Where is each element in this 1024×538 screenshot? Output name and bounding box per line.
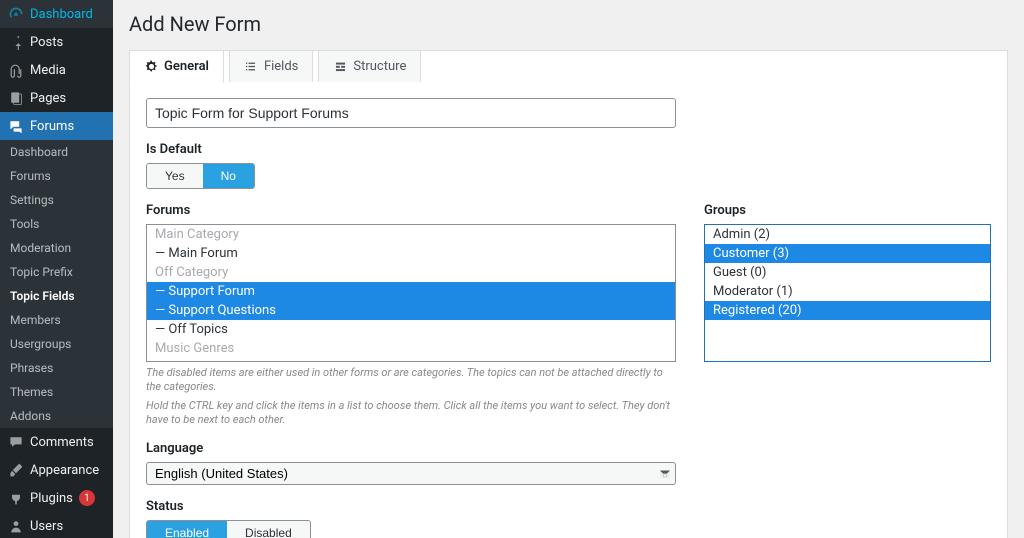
sidebar-sub-label: Themes [10, 385, 53, 399]
page-title: Add New Form [129, 12, 1008, 36]
sidebar-sub-label: Forums [10, 169, 51, 183]
sidebar-sub-forums[interactable]: Forums [0, 164, 113, 188]
status-enabled[interactable]: Enabled [147, 521, 227, 538]
brush-icon [8, 462, 24, 478]
language-label: Language [146, 441, 991, 456]
forums-option[interactable]: — Off Topics [147, 320, 675, 339]
sidebar-sub-label: Addons [10, 409, 51, 423]
struct-icon [333, 60, 347, 74]
tabs: General Fields Structure [129, 50, 991, 82]
forums-option: Main Category [147, 225, 675, 244]
forums-option: Music Genres [147, 339, 675, 358]
gear-icon [144, 60, 158, 74]
sidebar-item-label: Posts [30, 35, 63, 50]
sidebar-submenu: Dashboard Forums Settings Tools Moderation To… [0, 140, 113, 428]
sidebar-item-plugins[interactable]: Plugins 1 [0, 484, 113, 512]
sidebar-item-label: Comments [30, 435, 94, 450]
form-title-input[interactable] [146, 98, 676, 128]
sidebar-sub-tools[interactable]: Tools [0, 212, 113, 236]
forums-option[interactable]: — Support Questions [147, 301, 675, 320]
update-badge: 1 [79, 490, 95, 506]
sidebar-sub-themes[interactable]: Themes [0, 380, 113, 404]
is-default-label: Is Default [146, 142, 991, 157]
groups-option[interactable]: Moderator (1) [705, 282, 990, 301]
sidebar-sub-topic-prefix[interactable]: Topic Prefix [0, 260, 113, 284]
forums-option[interactable]: — Main Forum [147, 244, 675, 263]
sidebar-sub-label: Topic Fields [10, 289, 75, 303]
sidebar-sub-phrases[interactable]: Phrases [0, 356, 113, 380]
sidebar-item-label: Forums [30, 119, 74, 134]
sidebar-item-dashboard[interactable]: Dashboard [0, 0, 113, 28]
form-panel: General Fields Structure Is Default Yes No… [129, 50, 1008, 538]
forums-option[interactable]: — Support Forum [147, 282, 675, 301]
sidebar-item-label: Users [30, 519, 63, 534]
sidebar-sub-label: Moderation [10, 241, 71, 255]
forums-help-1: The disabled items are either used in ot… [146, 366, 676, 395]
forums-label: Forums [146, 203, 676, 218]
sidebar-sub-label: Topic Prefix [10, 265, 73, 279]
tab-structure[interactable]: Structure [318, 50, 421, 82]
admin-sidebar: Dashboard Posts Media Pages Forums Dashboard F… [0, 0, 113, 538]
sidebar-item-media[interactable]: Media [0, 56, 113, 84]
tab-label: General [164, 59, 209, 74]
groups-option[interactable]: Guest (0) [705, 263, 990, 282]
forums-help-2: Hold the CTRL key and click the items in… [146, 399, 676, 428]
is-default-no[interactable]: No [203, 164, 254, 188]
groups-option[interactable]: Customer (3) [705, 244, 990, 263]
sidebar-sub-label: Settings [10, 193, 54, 207]
sidebar-sub-label: Phrases [10, 361, 53, 375]
sidebar-sub-addons[interactable]: Addons [0, 404, 113, 428]
sidebar-sub-topic-fields[interactable]: Topic Fields [0, 284, 113, 308]
sidebar-sub-moderation[interactable]: Moderation [0, 236, 113, 260]
chat-icon [8, 118, 24, 134]
groups-option[interactable]: Registered (20) [705, 301, 990, 320]
language-select[interactable]: English (United States) [146, 462, 676, 485]
groups-label: Groups [704, 203, 991, 218]
plug-icon [8, 490, 24, 506]
sidebar-item-label: Media [30, 63, 66, 78]
sidebar-sub-label: Dashboard [10, 145, 68, 159]
forums-option[interactable]: — Popular music [147, 358, 675, 362]
sidebar-item-comments[interactable]: Comments [0, 428, 113, 456]
is-default-yes[interactable]: Yes [147, 164, 203, 188]
media-icon [8, 62, 24, 78]
forums-listbox[interactable]: Main Category— Main ForumOff Category— S… [146, 224, 676, 362]
sidebar-sub-label: Members [10, 313, 61, 327]
is-default-toggle: Yes No [146, 163, 255, 189]
pin-icon [8, 34, 24, 50]
pages-icon [8, 90, 24, 106]
sidebar-item-label: Plugins [30, 491, 73, 506]
sidebar-item-pages[interactable]: Pages [0, 84, 113, 112]
list-icon [244, 60, 258, 74]
sidebar-sub-settings[interactable]: Settings [0, 188, 113, 212]
main-content: Add New Form General Fields Structure Is D… [113, 0, 1024, 538]
sidebar-item-users[interactable]: Users [0, 512, 113, 538]
status-toggle: Enabled Disabled [146, 520, 311, 538]
sidebar-item-appearance[interactable]: Appearance [0, 456, 113, 484]
sidebar-item-label: Pages [30, 91, 66, 106]
tab-fields[interactable]: Fields [229, 50, 313, 82]
tab-label: Fields [264, 59, 298, 74]
sidebar-sub-members[interactable]: Members [0, 308, 113, 332]
user-icon [8, 518, 24, 534]
sidebar-sub-usergroups[interactable]: Usergroups [0, 332, 113, 356]
sidebar-item-label: Dashboard [30, 7, 93, 22]
speed-icon [8, 6, 24, 22]
forums-option: Off Category [147, 263, 675, 282]
tab-general[interactable]: General [129, 50, 224, 83]
comment-icon [8, 434, 24, 450]
sidebar-item-posts[interactable]: Posts [0, 28, 113, 56]
sidebar-sub-label: Usergroups [10, 337, 71, 351]
status-disabled[interactable]: Disabled [227, 521, 310, 538]
status-label: Status [146, 499, 991, 514]
sidebar-item-label: Appearance [30, 463, 99, 478]
groups-option[interactable]: Admin (2) [705, 225, 990, 244]
sidebar-item-forums[interactable]: Forums [0, 112, 113, 140]
tab-label: Structure [353, 59, 406, 74]
sidebar-sub-label: Tools [10, 217, 39, 231]
groups-listbox[interactable]: Admin (2)Customer (3)Guest (0)Moderator … [704, 224, 991, 362]
sidebar-sub-dashboard[interactable]: Dashboard [0, 140, 113, 164]
